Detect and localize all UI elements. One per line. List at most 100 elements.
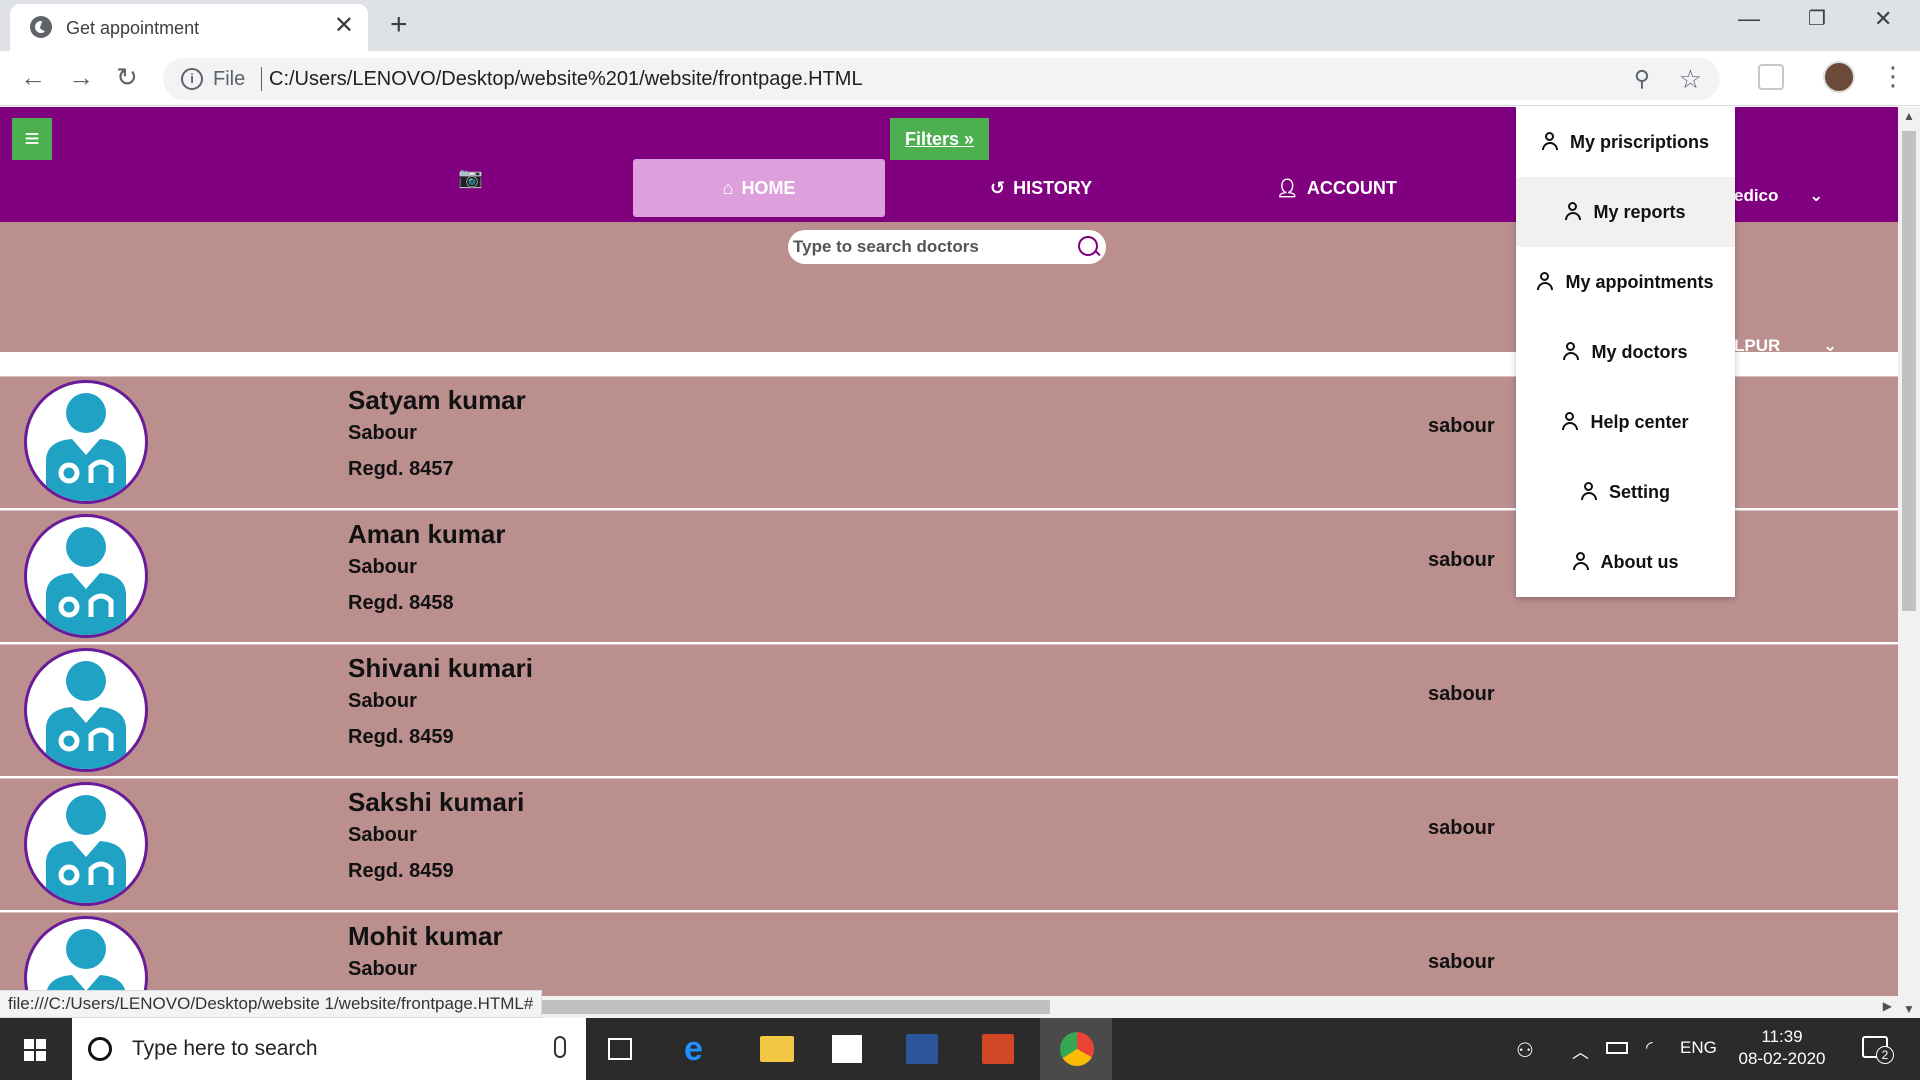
taskbar-clock[interactable]: 11:39 08-02-2020 (1732, 1026, 1832, 1070)
vertical-scrollbar[interactable]: ▲ ▼ (1898, 107, 1920, 1018)
reload-icon[interactable]: ↻ (116, 63, 138, 91)
menu-item-reports[interactable]: My reports (1516, 177, 1735, 247)
scroll-down-icon[interactable]: ▼ (1903, 1002, 1915, 1016)
nav-account-label: ACCOUNT (1306, 178, 1397, 198)
store-icon[interactable] (832, 1035, 862, 1063)
nav-home-label: HOME (741, 178, 796, 198)
history-icon: ↺ (990, 178, 1006, 198)
back-icon[interactable]: ← (20, 63, 46, 91)
zoom-icon[interactable]: ⚲ (1634, 66, 1650, 92)
menu-item-prescriptions[interactable]: My priscriptions (1516, 107, 1735, 177)
user-icon (1563, 342, 1580, 360)
doctor-city: sabour (1428, 817, 1495, 839)
menu-item-appointments[interactable]: My appointments (1516, 247, 1735, 317)
nav-history[interactable]: ↺ HISTORY (990, 159, 1092, 217)
info-icon[interactable]: i (181, 68, 203, 90)
doctor-location: Sabour (348, 958, 417, 980)
menu-item-label: Help center (1590, 412, 1689, 432)
file-explorer-icon[interactable] (760, 1036, 794, 1062)
url-text[interactable]: C:/Users/LENOVO/Desktop/website%201/webs… (269, 68, 863, 91)
chrome-icon (1060, 1032, 1094, 1066)
doctor-card[interactable]: Sakshi kumari Sabour Regd. 8459 sabour (0, 778, 1898, 910)
doctor-avatar-icon (24, 514, 148, 638)
battery-icon[interactable] (1606, 1042, 1628, 1054)
double-chevron-down-icon: ⌄ (1823, 336, 1838, 355)
user-icon (1581, 482, 1597, 500)
menu-item-label: My doctors (1591, 342, 1688, 362)
wifi-icon[interactable]: ◜ (1646, 1038, 1653, 1058)
doctor-card[interactable]: Shivani kumari Sabour Regd. 8459 sabour (0, 644, 1898, 776)
powerpoint-icon[interactable] (982, 1034, 1014, 1064)
doctor-search-input[interactable] (793, 236, 1073, 258)
home-icon: ⌂ (722, 178, 734, 198)
chrome-taskbar-item[interactable] (1040, 1018, 1112, 1080)
filters-button[interactable]: Filters » (890, 118, 989, 160)
clock-time: 11:39 (1761, 1027, 1803, 1046)
doctor-name[interactable]: Aman kumar (348, 519, 506, 550)
menu-item-label: Setting (1609, 482, 1670, 502)
task-view-icon[interactable] (608, 1038, 632, 1060)
menu-item-doctors[interactable]: My doctors (1516, 317, 1735, 387)
doctor-regd: Regd. 8457 (348, 458, 454, 480)
bookmark-star-icon[interactable]: ☆ (1679, 64, 1702, 95)
browser-toolbar: ← → ↻ i File C:/Users/LENOVO/Desktop/web… (0, 51, 1920, 106)
status-url: file:///C:/Users/LENOVO/Desktop/website … (0, 990, 543, 1018)
notification-count: 2 (1876, 1046, 1894, 1064)
nav-history-label: HISTORY (1013, 178, 1093, 198)
menu-item-help-center[interactable]: Help center (1516, 387, 1735, 457)
doctor-city: sabour (1428, 951, 1495, 973)
menu-item-label: My reports (1593, 202, 1686, 222)
forward-icon[interactable]: → (68, 63, 94, 91)
people-icon[interactable]: ⚇ (1516, 1038, 1534, 1063)
edge-icon[interactable]: e (684, 1032, 718, 1066)
city-select[interactable]: LPUR ⌄ (1734, 336, 1837, 356)
profile-avatar[interactable] (1823, 61, 1855, 93)
browser-menu-icon[interactable]: ⋮ (1880, 61, 1906, 92)
restore-icon[interactable]: ❐ (1808, 6, 1826, 31)
address-bar[interactable]: i File C:/Users/LENOVO/Desktop/website%2… (163, 58, 1720, 100)
vertical-scroll-thumb[interactable] (1902, 131, 1916, 611)
doctor-city: sabour (1428, 683, 1495, 705)
user-icon: 👤︎ (1276, 178, 1299, 198)
search-icon[interactable] (1078, 236, 1098, 256)
user-icon (1565, 202, 1582, 220)
menu-item-setting[interactable]: Setting (1516, 457, 1735, 527)
scroll-right-icon[interactable]: ▶ (1883, 999, 1892, 1013)
windows-start-icon[interactable] (24, 1039, 46, 1061)
window-close-icon[interactable]: ✕ (1874, 6, 1892, 32)
doctor-name[interactable]: Sakshi kumari (348, 787, 524, 818)
doctor-name[interactable]: Shivani kumari (348, 653, 533, 684)
notification-icon[interactable]: 2 (1862, 1036, 1894, 1064)
nav-home[interactable]: ⌂ HOME (633, 159, 885, 217)
scroll-up-icon[interactable]: ▲ (1903, 109, 1915, 123)
browser-tab[interactable]: Get appointment ✕ (10, 4, 368, 51)
taskbar-search-placeholder: Type here to search (132, 1037, 318, 1060)
doctor-name[interactable]: Mohit kumar (348, 921, 503, 952)
menu-item-about-us[interactable]: About us (1516, 527, 1735, 597)
taskbar-search[interactable]: Type here to search (72, 1018, 586, 1080)
browser-tabbar: Get appointment ✕ + — ❐ ✕ (0, 0, 1920, 51)
camera-icon[interactable]: 📷 (458, 165, 483, 190)
double-chevron-down-icon: » (964, 129, 975, 149)
minimize-icon[interactable]: — (1738, 6, 1760, 32)
filters-label: Filters (904, 129, 959, 149)
extension-icon[interactable] (1758, 64, 1784, 90)
double-chevron-down-icon: ⌄ (1809, 186, 1824, 205)
doctor-name[interactable]: Satyam kumar (348, 385, 526, 416)
chevron-up-icon[interactable]: ︿ (1572, 1038, 1589, 1063)
language-indicator[interactable]: ENG (1680, 1038, 1717, 1058)
menu-item-label: My appointments (1565, 272, 1714, 292)
doctor-search (788, 230, 1106, 264)
new-tab-button[interactable]: + (390, 10, 408, 40)
tab-close-button[interactable]: ✕ (334, 14, 354, 38)
url-separator (261, 67, 262, 91)
nav-account[interactable]: 👤︎ ACCOUNT (1276, 159, 1397, 217)
globe-icon (30, 16, 52, 38)
microphone-icon[interactable] (554, 1036, 566, 1058)
user-icon (1562, 412, 1579, 430)
word-icon[interactable] (906, 1034, 938, 1064)
category-select[interactable]: edico ⌄ (1734, 186, 1823, 206)
doctor-city: sabour (1428, 549, 1495, 571)
hamburger-menu-icon[interactable]: ≡ (12, 118, 52, 160)
tab-title: Get appointment (66, 18, 200, 38)
